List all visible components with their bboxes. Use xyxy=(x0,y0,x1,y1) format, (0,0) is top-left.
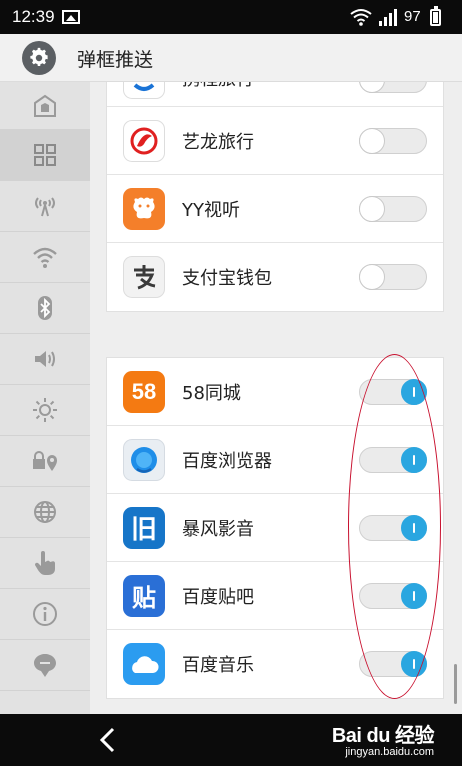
wifi-icon xyxy=(33,247,57,268)
app-toggle[interactable] xyxy=(359,195,427,222)
tieba-icon: 贴 xyxy=(123,574,165,617)
brightness-icon xyxy=(33,398,57,422)
sidebar-item-apps[interactable] xyxy=(0,130,90,181)
baofeng-icon: 旧 xyxy=(123,506,165,549)
app-row-elong[interactable]: 艺龙旅行 xyxy=(107,107,443,175)
app-toggle[interactable] xyxy=(359,264,427,290)
sidebar-item-about[interactable] xyxy=(0,589,90,640)
58-icon: 58 xyxy=(123,370,165,413)
elong-icon xyxy=(123,119,165,162)
toggle-knob xyxy=(359,127,385,154)
app-toggle[interactable] xyxy=(359,514,427,541)
sidebar-item-network[interactable] xyxy=(0,181,90,232)
sidebar-item-theme[interactable] xyxy=(0,82,90,130)
lock-location-icon xyxy=(33,451,57,471)
app-row-baofeng[interactable]: 旧 暴风影音 xyxy=(107,494,443,562)
title-bar: 弹框推送 xyxy=(0,34,462,82)
app-toggle[interactable] xyxy=(359,127,427,154)
theme-shirt-icon xyxy=(34,94,56,117)
antenna-icon xyxy=(35,197,55,217)
app-name: 百度浏览器 xyxy=(182,450,272,472)
volume-icon xyxy=(35,351,55,367)
app-name: 百度音乐 xyxy=(182,655,254,676)
baidu-browser-icon xyxy=(123,438,165,481)
page-title: 弹框推送 xyxy=(77,49,154,71)
sidebar-item-sound[interactable] xyxy=(0,334,90,385)
apps-grid-icon xyxy=(34,144,56,166)
globe-icon xyxy=(34,501,56,523)
app-toggle[interactable] xyxy=(359,582,427,609)
gear-icon[interactable] xyxy=(22,41,56,75)
app-row-tieba[interactable]: 贴 百度贴吧 xyxy=(107,562,443,630)
app-toggle[interactable] xyxy=(359,446,427,473)
sidebar-item-bluetooth[interactable] xyxy=(0,283,90,334)
toggle-knob xyxy=(401,446,427,473)
app-row-baidu-music[interactable]: 百度音乐 xyxy=(107,630,443,698)
toggle-knob xyxy=(359,82,385,93)
signal-icon xyxy=(379,9,397,26)
baidu-music-icon xyxy=(123,643,165,685)
app-name: 携程旅行 xyxy=(182,82,254,91)
watermark-url: jingyan.baidu.com xyxy=(345,746,434,758)
app-toggle[interactable] xyxy=(359,378,427,405)
app-row-yy[interactable]: YY视听 xyxy=(107,175,443,243)
sidebar-item-feedback[interactable] xyxy=(0,640,90,691)
sidebar-item-display[interactable] xyxy=(0,385,90,436)
app-row-58[interactable]: 58 58同城 xyxy=(107,358,443,426)
battery-icon xyxy=(430,6,441,26)
toggle-knob xyxy=(401,514,427,541)
app-row-ctrip[interactable]: 携程旅行 xyxy=(107,82,443,107)
app-name: 58同城 xyxy=(182,382,241,404)
hand-pointer-icon xyxy=(34,551,55,575)
back-arrow-icon[interactable] xyxy=(96,726,120,754)
app-name: YY视听 xyxy=(182,199,240,221)
disabled-apps-card: 携程旅行 艺龙旅行 YY视听 支付宝钱包 xyxy=(106,82,444,312)
app-toggle[interactable] xyxy=(359,82,427,93)
toggle-knob xyxy=(401,582,427,609)
info-icon xyxy=(33,602,57,626)
sidebar-item-wifi[interactable] xyxy=(0,232,90,283)
sidebar-item-gestures[interactable] xyxy=(0,538,90,589)
toggle-knob xyxy=(359,195,385,222)
watermark-brand: Bai du 经验 xyxy=(331,725,435,747)
wifi-status-icon xyxy=(350,9,372,26)
settings-sidebar xyxy=(0,82,90,714)
sidebar-item-security[interactable] xyxy=(0,436,90,487)
app-name: 支付宝钱包 xyxy=(182,268,272,289)
clock: 12:39 xyxy=(12,7,55,26)
app-row-alipay[interactable]: 支付宝钱包 xyxy=(107,243,443,311)
alipay-icon xyxy=(123,256,165,298)
app-name: 艺龙旅行 xyxy=(182,131,254,153)
status-bar: 12:39 97 xyxy=(0,0,462,34)
sidebar-item-language[interactable] xyxy=(0,487,90,538)
toggle-knob xyxy=(401,651,427,677)
app-toggle[interactable] xyxy=(359,651,427,677)
yy-icon xyxy=(123,187,165,230)
ctrip-icon xyxy=(123,82,165,99)
bluetooth-icon xyxy=(38,296,52,320)
chat-bubble-icon xyxy=(34,654,56,677)
battery-level: 97 xyxy=(404,8,421,25)
image-notification-icon xyxy=(62,10,80,24)
scrollbar[interactable] xyxy=(454,664,457,704)
app-name: 百度贴吧 xyxy=(182,586,254,608)
toggle-knob xyxy=(401,378,427,405)
navigation-bar: Bai du 经验 jingyan.baidu.com xyxy=(0,714,462,766)
baidu-jingyan-watermark: Bai du 经验 jingyan.baidu.com xyxy=(331,719,435,758)
app-list-panel: 携程旅行 艺龙旅行 YY视听 支付宝钱包 58 58 xyxy=(90,82,462,714)
enabled-apps-card: 58 58同城 百度浏览器 旧 暴风影音 贴 百度贴吧 百度音乐 xyxy=(106,357,444,699)
app-name: 暴风影音 xyxy=(182,518,254,540)
toggle-knob xyxy=(359,264,385,290)
app-row-baidu-browser[interactable]: 百度浏览器 xyxy=(107,426,443,494)
